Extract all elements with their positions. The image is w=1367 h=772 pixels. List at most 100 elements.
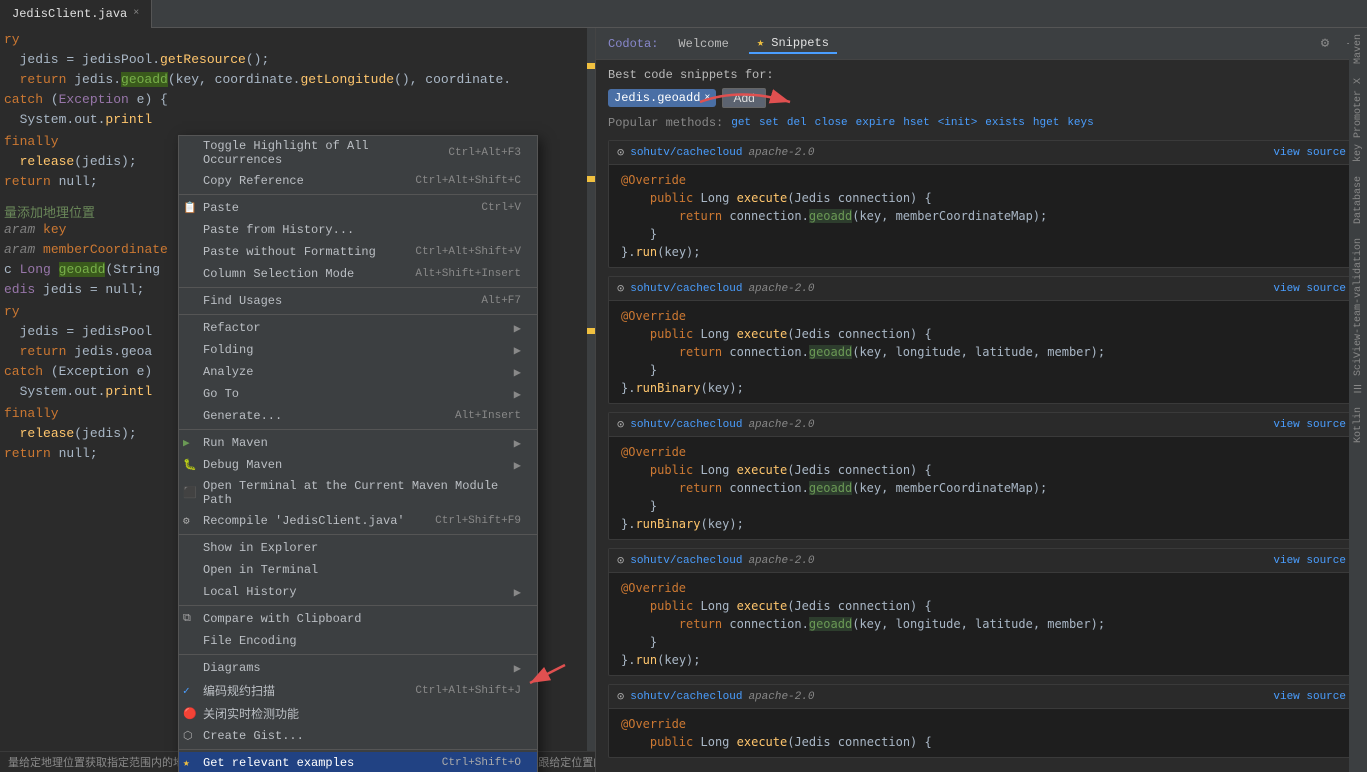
get-relevant-icon: ★ [183,756,190,770]
repo-name-3[interactable]: sohutv/cachecloud [630,419,742,431]
repo-name-1[interactable]: sohutv/cachecloud [630,147,742,159]
menu-item-open-terminal-maven[interactable]: ⬛ Open Terminal at the Current Maven Mod… [179,476,537,510]
menu-item-paste-no-format[interactable]: Paste without Formatting Ctrl+Alt+Shift+… [179,241,537,263]
menu-item-generate[interactable]: Generate... Alt+Insert [179,405,537,427]
menu-item-get-relevant[interactable]: ★ Get relevant examples Ctrl+Shift+O [179,752,537,772]
view-source-link-1[interactable]: view source [1273,147,1346,159]
menu-item-run-maven[interactable]: ▶ Run Maven ▶ [179,432,537,454]
menu-item-compare-clipboard[interactable]: ⧉ Compare with Clipboard [179,608,537,630]
view-source-link-4[interactable]: view source [1273,555,1346,567]
menu-item-folding[interactable]: Folding ▶ [179,339,537,361]
menu-item-open-terminal[interactable]: Open in Terminal [179,559,537,581]
menu-shortcut-recompile: Ctrl+Shift+F9 [435,515,521,527]
method-hset[interactable]: hset [903,117,929,129]
code-line-4: catch (Exception e) { [0,92,595,112]
menu-item-paste-history[interactable]: Paste from History... [179,219,537,241]
gear-icon[interactable]: ⚙ [1321,35,1329,52]
codota-header: Codota: Welcome ★ Snippets ⚙ — [596,28,1367,60]
menu-shortcut-column-selection: Alt+Shift+Insert [415,268,521,280]
best-snippets-label: Best code snippets for: [608,68,1355,82]
editor-panel: ry jedis = jedisPool.getResource(); retu… [0,28,595,772]
code-scan-icon: ✓ [183,684,190,698]
menu-item-local-history[interactable]: Local History ▶ [179,581,537,603]
method-close[interactable]: close [815,117,848,129]
debug-maven-arrow: ▶ [514,458,521,473]
run-maven-icon: ▶ [183,436,190,450]
scroll-marker-2 [587,176,595,182]
run-maven-arrow: ▶ [514,436,521,451]
menu-item-diagrams[interactable]: Diagrams ▶ [179,657,537,679]
menu-item-refactor[interactable]: Refactor ▶ [179,317,537,339]
search-tag-jedis-geoadd[interactable]: Jedis.geoadd × [608,89,716,107]
menu-item-disable-detect[interactable]: 🔴 关闭实时检测功能 [179,702,537,725]
paste-icon: 📋 [183,201,197,215]
menu-item-column-selection[interactable]: Column Selection Mode Alt+Shift+Insert [179,263,537,285]
tab-close-icon[interactable]: × [133,8,139,19]
popular-methods-label: Popular methods: [608,116,723,130]
menu-divider-6 [179,605,537,606]
menu-divider-3 [179,314,537,315]
scroll-marker-3 [587,328,595,334]
compare-clipboard-icon: ⧉ [183,613,191,625]
menu-item-create-gist[interactable]: ⬡ Create Gist... [179,725,537,747]
method-set[interactable]: set [759,117,779,129]
side-tab-maven[interactable]: Maven [1351,28,1366,70]
method-get[interactable]: get [731,117,751,129]
menu-shortcut-find-usages: Alt+F7 [481,295,521,307]
repo-name-2[interactable]: sohutv/cachecloud [630,283,742,295]
side-tab-database[interactable]: Database [1351,170,1366,230]
tab-snippets[interactable]: ★ Snippets [749,33,837,54]
method-exists[interactable]: exists [985,117,1025,129]
goto-submenu-arrow: ▶ [514,387,521,402]
method-del[interactable]: del [787,117,807,129]
repo-name-5[interactable]: sohutv/cachecloud [630,691,742,703]
branch-name-3: apache-2.0 [748,419,814,431]
snippet-card-1: ⊙ sohutv/cachecloud apache-2.0 view sour… [608,140,1355,268]
menu-label-open-terminal-maven: Open Terminal at the Current Maven Modul… [203,479,521,507]
menu-label-recompile: Recompile 'JedisClient.java' [203,514,405,528]
menu-item-recompile[interactable]: ⚙ Recompile 'JedisClient.java' Ctrl+Shif… [179,510,537,532]
menu-item-goto[interactable]: Go To ▶ [179,383,537,405]
view-source-link-3[interactable]: view source [1273,419,1346,431]
menu-label-run-maven: Run Maven [203,436,268,450]
add-button[interactable]: Add [722,88,765,108]
side-tab-kotlin[interactable]: Kotlin [1351,401,1366,449]
editor-tab-jedisclient[interactable]: JedisClient.java × [0,0,152,28]
menu-item-debug-maven[interactable]: 🐛 Debug Maven ▶ [179,454,537,476]
code-line-3: return jedis.geoadd(key, coordinate.getL… [0,72,595,92]
view-source-link-5[interactable]: view source [1273,691,1346,703]
menu-shortcut-paste-no-format: Ctrl+Alt+Shift+V [415,246,521,258]
scroll-track [587,28,595,772]
menu-label-diagrams: Diagrams [203,661,261,675]
side-tab-key-promoter[interactable]: key Promoter X [1351,72,1366,168]
github-icon-1: ⊙ [617,145,624,160]
menu-shortcut-get-relevant: Ctrl+Shift+O [442,757,521,769]
menu-item-code-scan[interactable]: ✓ 编码规约扫描 Ctrl+Alt+Shift+J [179,679,537,702]
menu-item-find-usages[interactable]: Find Usages Alt+F7 [179,290,537,312]
view-source-link-2[interactable]: view source [1273,283,1346,295]
menu-item-analyze[interactable]: Analyze ▶ [179,361,537,383]
repo-name-4[interactable]: sohutv/cachecloud [630,555,742,567]
tab-welcome[interactable]: Welcome [670,35,736,53]
menu-item-paste[interactable]: 📋 Paste Ctrl+V [179,197,537,219]
menu-item-file-encoding[interactable]: File Encoding [179,630,537,652]
method-keys[interactable]: keys [1067,117,1093,129]
menu-label-paste-history: Paste from History... [203,223,354,237]
menu-item-copy-reference[interactable]: Copy Reference Ctrl+Alt+Shift+C [179,170,537,192]
side-tab-sciview[interactable]: ☰ SciView-team-validation [1351,232,1366,399]
tab-bar: JedisClient.java × [0,0,1367,28]
search-tag-remove-icon[interactable]: × [704,93,710,104]
menu-label-toggle-highlight: Toggle Highlight of All Occurrences [203,139,432,167]
debug-maven-icon: 🐛 [183,458,197,472]
method-expire[interactable]: expire [856,117,896,129]
method-hget[interactable]: hget [1033,117,1059,129]
menu-shortcut-copy-reference: Ctrl+Alt+Shift+C [415,175,521,187]
menu-label-disable-detect: 关闭实时检测功能 [203,705,299,722]
menu-item-toggle-highlight[interactable]: Toggle Highlight of All Occurrences Ctrl… [179,136,537,170]
code-line-1: ry [0,32,595,52]
menu-item-show-explorer[interactable]: Show in Explorer [179,537,537,559]
snippet-header-1: ⊙ sohutv/cachecloud apache-2.0 view sour… [609,141,1354,165]
method-init[interactable]: <init> [938,117,978,129]
menu-divider-8 [179,749,537,750]
menu-divider-5 [179,534,537,535]
